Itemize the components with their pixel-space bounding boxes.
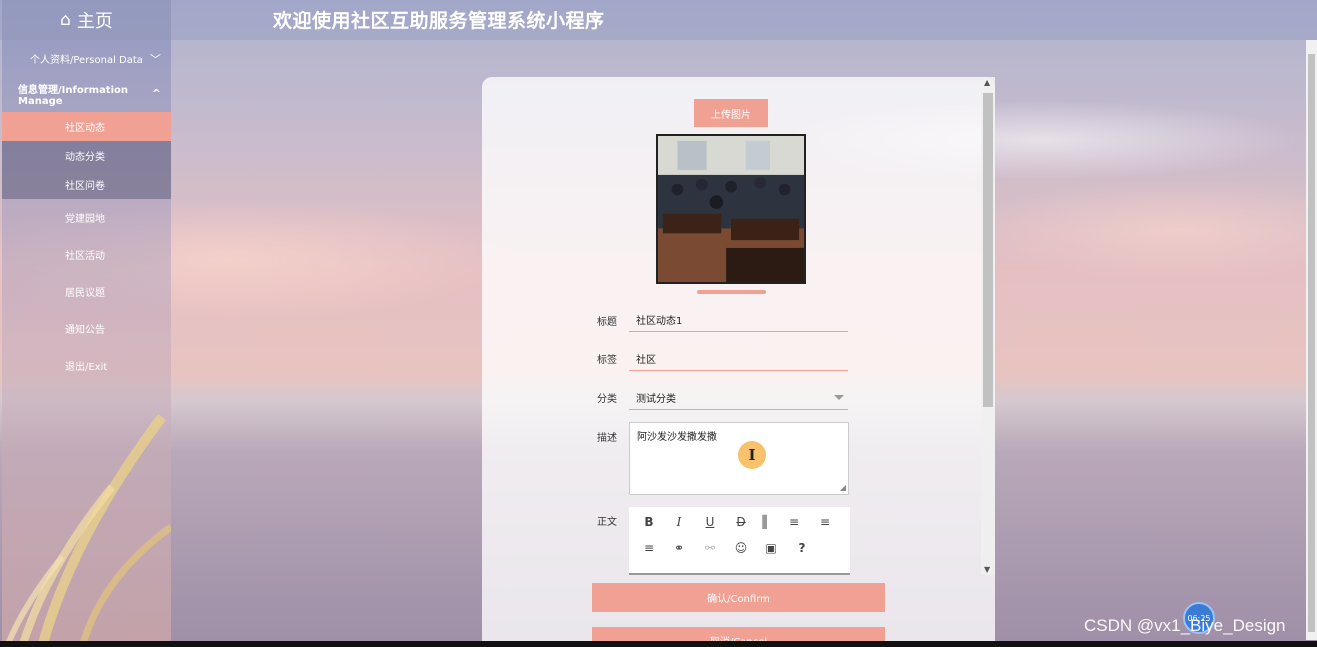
chevron-up-icon: ^	[151, 87, 161, 100]
emoji-icon[interactable]: ☺	[730, 537, 752, 559]
sidebar-item-topics[interactable]: 居民议题	[2, 273, 171, 310]
chevron-down-icon: ﹀	[150, 53, 161, 66]
text-cursor-icon: I	[738, 441, 766, 469]
italic-icon[interactable]: I	[668, 511, 690, 533]
sidebar-item-survey[interactable]: 社区问卷	[2, 170, 171, 199]
sidebar-item-label: 动态分类	[65, 152, 105, 163]
top-bar	[0, 0, 1317, 40]
sidebar: 个人资料/Personal Data ﹀ 信息管理/Information Ma…	[2, 40, 171, 647]
title-field[interactable]: 社区动态1	[629, 308, 848, 332]
sidebar-item-community-news[interactable]: 社区动态	[2, 112, 171, 141]
watermark: CSDN @vx1_Biye_Design	[1084, 616, 1286, 635]
confirm-button[interactable]: 确认/Confirm	[592, 583, 885, 612]
pampas-grass-decoration	[4, 414, 171, 647]
title-label: 标题	[597, 317, 617, 328]
description-value: 阿沙发沙发撒发撒	[637, 432, 717, 443]
app-title: 欢迎使用社区互助服务管理系统小程序	[273, 10, 605, 32]
uploaded-photo	[656, 134, 806, 284]
sidebar-item-notices[interactable]: 通知公告	[2, 310, 171, 347]
home-button[interactable]: ⌂ 主页	[2, 0, 171, 40]
sidebar-group-label: 个人资料/Personal Data	[30, 54, 143, 66]
sidebar-item-party-building[interactable]: 党建园地	[2, 199, 171, 236]
category-value: 测试分类	[636, 394, 676, 405]
scroll-down-icon[interactable]: ▼	[984, 565, 990, 574]
resize-grip-icon[interactable]: ◢	[840, 483, 846, 492]
align-left-icon[interactable]: ≡	[783, 511, 805, 533]
sidebar-group-information-manage[interactable]: 信息管理/Information Manage ^	[2, 76, 171, 112]
underline-icon[interactable]: U	[699, 511, 721, 533]
sidebar-item-label: 居民议题	[65, 288, 105, 299]
tag-field[interactable]: 社区	[629, 347, 848, 371]
panel-scrollbar[interactable]: ▲ ▼	[981, 77, 995, 575]
upload-progress-bar	[697, 290, 766, 294]
title-value: 社区动态1	[636, 316, 683, 327]
sidebar-item-label: 社区问卷	[65, 181, 105, 192]
description-label: 描述	[597, 433, 617, 444]
dropdown-caret-icon	[834, 395, 844, 400]
align-center-icon[interactable]: ≡	[814, 511, 836, 533]
sidebar-item-label: 退出/Exit	[65, 362, 108, 373]
rich-text-editor[interactable]: B I U D ▌ ≡ ≡ ≡ ⚭ ⚯ ☺ ▣ ?	[629, 507, 850, 575]
bottom-edge	[0, 641, 1317, 647]
sidebar-item-label: 通知公告	[65, 325, 105, 336]
unlink-icon[interactable]: ⚯	[699, 537, 721, 559]
image-icon[interactable]: ▣	[760, 537, 782, 559]
sidebar-group-personal-data[interactable]: 个人资料/Personal Data ﹀	[2, 40, 171, 76]
tag-label: 标签	[597, 355, 617, 366]
color-block-icon[interactable]: ▌	[756, 511, 778, 533]
body-label: 正文	[597, 517, 617, 528]
scroll-up-icon[interactable]: ▲	[984, 78, 990, 87]
category-select[interactable]: 测试分类	[629, 386, 848, 410]
category-label: 分类	[597, 394, 617, 405]
home-icon: ⌂	[60, 10, 71, 30]
link-icon[interactable]: ⚭	[668, 537, 690, 559]
strikethrough-icon[interactable]: D	[730, 511, 752, 533]
sidebar-item-label: 社区动态	[65, 123, 105, 134]
tag-value: 社区	[636, 355, 656, 366]
sidebar-item-news-category[interactable]: 动态分类	[2, 141, 171, 170]
page-scroll-thumb[interactable]	[1308, 54, 1315, 632]
panel-scroll-thumb[interactable]	[983, 93, 993, 407]
upload-image-button[interactable]: 上传图片	[694, 99, 768, 127]
sidebar-item-label: 党建园地	[65, 214, 105, 225]
align-right-icon[interactable]: ≡	[638, 537, 660, 559]
bold-icon[interactable]: B	[638, 511, 660, 533]
sidebar-item-label: 社区活动	[65, 251, 105, 262]
help-icon[interactable]: ?	[791, 537, 813, 559]
home-label: 主页	[76, 11, 113, 32]
page-scrollbar[interactable]	[1306, 40, 1317, 640]
sidebar-group-label: 信息管理/Information Manage	[18, 85, 129, 107]
sidebar-item-activities[interactable]: 社区活动	[2, 236, 171, 273]
